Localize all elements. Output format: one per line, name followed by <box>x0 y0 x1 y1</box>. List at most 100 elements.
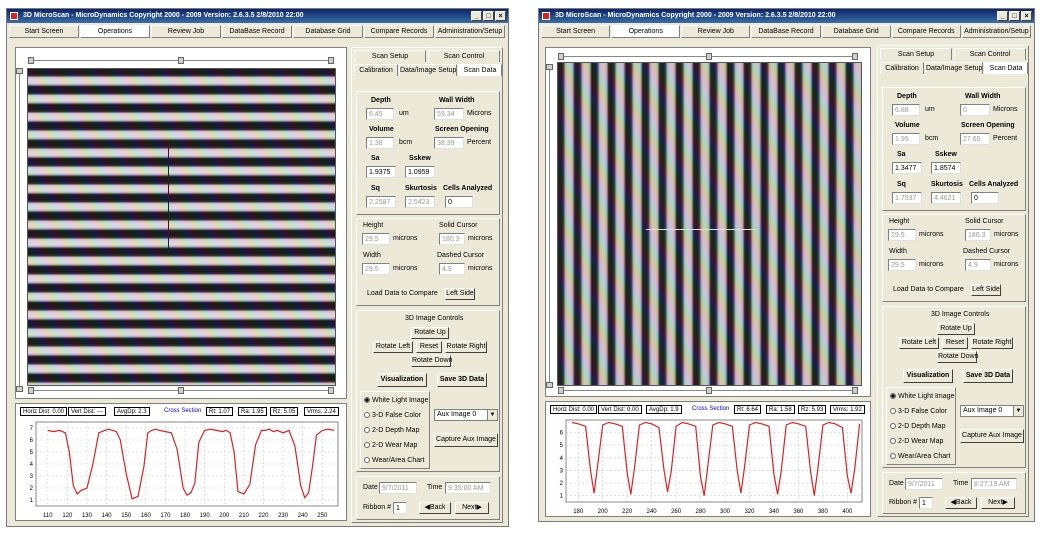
close-button[interactable]: × <box>1021 11 1032 21</box>
tab-administration-setup[interactable]: Administration/Setup <box>435 25 505 38</box>
tab-start-screen[interactable]: Start Screen <box>9 25 79 38</box>
radio-wear-area-chart[interactable]: Wear/Area Chart <box>364 456 424 465</box>
visualization-button[interactable]: Visualization <box>377 373 427 387</box>
maximize-button[interactable]: □ <box>483 11 494 21</box>
rotate-down-button[interactable]: Rotate Down <box>937 351 978 363</box>
close-button[interactable]: × <box>495 11 506 21</box>
ribbon-field[interactable]: 1 <box>919 497 933 509</box>
maximize-button[interactable]: □ <box>1009 11 1020 21</box>
tab-operations[interactable]: Operations <box>611 25 681 38</box>
left-side-button[interactable]: Left Side <box>971 284 1001 296</box>
back-button[interactable]: ◀Back <box>419 502 451 514</box>
reset-button[interactable]: Reset <box>942 337 968 349</box>
slider-handle[interactable] <box>706 387 712 394</box>
rotate-left-button[interactable]: Rotate Left <box>373 341 413 353</box>
tab-scan-data[interactable]: Scan Data <box>458 64 502 76</box>
left-side-button[interactable]: Left Side <box>445 288 475 300</box>
radio-2d-depth-map[interactable]: 2-D Depth Map <box>890 422 945 431</box>
horizontal-cursor-slider-bottom[interactable] <box>28 387 334 395</box>
vertical-cursor-slider[interactable] <box>16 68 24 392</box>
tab-database-grid[interactable]: Database Grid <box>293 25 363 38</box>
slider-handle[interactable] <box>558 387 564 394</box>
tab-scan-data[interactable]: Scan Data <box>984 62 1028 74</box>
slider-handle[interactable] <box>28 387 34 394</box>
cells-analyzed-field[interactable]: 0 <box>445 196 473 208</box>
next-button[interactable]: Next▶ <box>455 502 489 514</box>
radio-3d-false-color[interactable]: 3-D False Color <box>364 411 421 420</box>
reset-button[interactable]: Reset <box>416 341 442 353</box>
slider-handle[interactable] <box>328 57 334 64</box>
rotate-right-button[interactable]: Rotate Right <box>445 341 487 353</box>
tab-calibration[interactable]: Calibration <box>354 64 398 76</box>
slider-handle[interactable] <box>178 387 184 394</box>
solid-cursor-line[interactable] <box>168 141 169 253</box>
tab-start-screen[interactable]: Start Screen <box>541 25 611 38</box>
tab-data-image-setup[interactable]: Data/Image Setup <box>399 64 457 76</box>
microscope-image[interactable] <box>557 62 862 386</box>
horizontal-cursor-slider-bottom[interactable] <box>558 387 858 395</box>
minimize-button[interactable]: _ <box>471 11 482 21</box>
radio-2d-depth-map[interactable]: 2-D Depth Map <box>364 426 419 435</box>
solid-cursor-field[interactable]: 180.3 <box>965 229 991 241</box>
microscope-image[interactable] <box>27 68 336 386</box>
slider-handle[interactable] <box>546 64 553 70</box>
rotate-up-button[interactable]: Rotate Up <box>937 323 975 335</box>
time-field[interactable]: 9:35:00 AM <box>445 482 491 494</box>
horizontal-cursor-slider[interactable] <box>558 53 858 61</box>
height-field[interactable]: 29.5 <box>362 233 390 245</box>
aux-image-select[interactable]: Aux Image 0 ▼ <box>960 405 1024 417</box>
rotate-down-button[interactable]: Rotate Down <box>411 355 452 367</box>
width-field[interactable]: 29.5 <box>888 259 916 271</box>
tab-database-record[interactable]: DataBase Record <box>751 25 821 38</box>
tab-calibration[interactable]: Calibration <box>880 62 924 74</box>
rotate-up-button[interactable]: Rotate Up <box>411 327 449 339</box>
vertical-cursor-slider[interactable] <box>546 64 554 388</box>
capture-aux-image-button[interactable]: Capture Aux Image <box>960 429 1024 443</box>
radio-white-light[interactable]: White Light Image <box>364 396 428 405</box>
aux-image-select[interactable]: Aux Image 0 ▼ <box>434 409 498 421</box>
tab-scan-setup[interactable]: Scan Setup <box>354 50 426 62</box>
tab-review-job[interactable]: Review Job <box>151 25 221 38</box>
slider-handle[interactable] <box>178 57 184 64</box>
tab-database-record[interactable]: DataBase Record <box>222 25 292 38</box>
slider-handle[interactable] <box>328 387 334 394</box>
minimize-button[interactable]: _ <box>997 11 1008 21</box>
date-field[interactable]: 9/7/2011 <box>905 478 943 490</box>
visualization-button[interactable]: Visualization <box>903 369 953 383</box>
tab-compare-records[interactable]: Compare Records <box>364 25 434 38</box>
tab-data-image-setup[interactable]: Data/Image Setup <box>925 62 983 74</box>
back-button[interactable]: ◀Back <box>945 497 977 509</box>
capture-aux-image-button[interactable]: Capture Aux Image <box>434 433 498 447</box>
slider-handle[interactable] <box>546 382 553 388</box>
ribbon-field[interactable]: 1 <box>393 502 407 514</box>
slider-handle[interactable] <box>28 57 34 64</box>
cells-analyzed-field[interactable]: 0 <box>971 192 999 204</box>
slider-handle[interactable] <box>558 53 564 60</box>
rotate-left-button[interactable]: Rotate Left <box>899 337 939 349</box>
slider-handle[interactable] <box>852 53 858 60</box>
tab-administration-setup[interactable]: Administration/Setup <box>961 25 1031 38</box>
next-button[interactable]: Next▶ <box>981 497 1015 509</box>
horizontal-cursor-slider[interactable] <box>28 57 334 65</box>
rotate-right-button[interactable]: Rotate Right <box>971 337 1013 349</box>
radio-2d-wear-map[interactable]: 2-D Wear Map <box>364 441 417 450</box>
height-field[interactable]: 29.5 <box>888 229 916 241</box>
solid-cursor-line[interactable] <box>646 229 756 230</box>
tab-database-grid[interactable]: Database Grid <box>821 25 891 38</box>
tab-compare-records[interactable]: Compare Records <box>891 25 961 38</box>
tab-scan-control[interactable]: Scan Control <box>428 50 500 62</box>
dashed-cursor-field[interactable]: 4.9 <box>439 263 465 275</box>
tab-operations[interactable]: Operations <box>80 25 150 38</box>
date-field[interactable]: 9/7/2011 <box>379 482 417 494</box>
radio-wear-area-chart[interactable]: Wear/Area Chart <box>890 452 950 461</box>
radio-2d-wear-map[interactable]: 2-D Wear Map <box>890 437 943 446</box>
radio-white-light[interactable]: White Light Image <box>890 392 954 401</box>
dashed-cursor-field[interactable]: 4.9 <box>965 259 991 271</box>
solid-cursor-field[interactable]: 180.3 <box>439 233 465 245</box>
tab-scan-setup[interactable]: Scan Setup <box>880 48 952 60</box>
slider-handle[interactable] <box>852 387 858 394</box>
radio-3d-false-color[interactable]: 3-D False Color <box>890 407 947 416</box>
time-field[interactable]: 8:27:19 AM <box>971 478 1017 490</box>
tab-review-job[interactable]: Review Job <box>681 25 751 38</box>
save-3d-data-button[interactable]: Save 3D Data <box>437 373 487 387</box>
